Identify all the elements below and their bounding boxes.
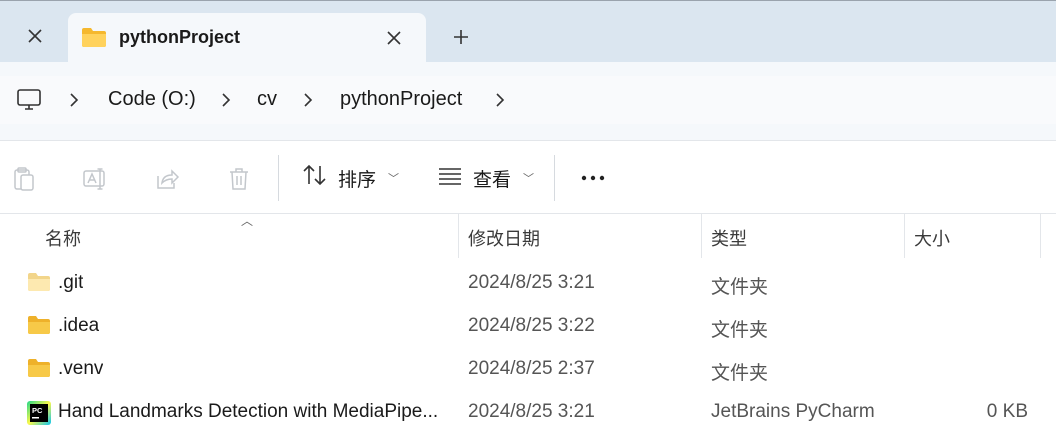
file-date: 2024/8/25 3:21 (468, 272, 595, 293)
share-icon[interactable] (153, 165, 181, 193)
column-header-type[interactable]: 类型 (711, 225, 747, 251)
breadcrumb-drive[interactable]: Code (O:) (108, 88, 196, 111)
file-name: .git (58, 272, 84, 293)
column-divider[interactable] (904, 214, 905, 258)
view-list-icon (437, 164, 463, 192)
sort-ascending-icon: ︿ (241, 214, 254, 228)
delete-icon[interactable] (225, 165, 253, 193)
breadcrumb-cv[interactable]: cv (257, 88, 277, 111)
chevron-down-icon: ﹀ (388, 173, 400, 185)
column-header-size[interactable]: 大小 (914, 225, 950, 251)
file-type: JetBrains PyCharm (711, 401, 875, 422)
folder-icon (81, 26, 107, 53)
column-divider[interactable] (458, 214, 459, 258)
sort-label: 排序 (338, 169, 377, 191)
svg-text:PC: PC (32, 406, 43, 415)
more-options-icon[interactable] (578, 163, 608, 193)
chevron-right-icon[interactable] (220, 92, 232, 113)
paste-icon[interactable] (10, 165, 38, 193)
file-size: 0 KB (986, 401, 1028, 422)
command-bar: 排序 ﹀ 查看 ﹀ (0, 140, 1056, 214)
address-bar: Code (O:) cv pythonProject (0, 62, 1056, 140)
this-pc-icon[interactable] (16, 87, 42, 118)
sort-button[interactable]: 排序 ﹀ (302, 161, 399, 195)
folder-icon (27, 315, 51, 340)
tab-title: pythonProject (119, 27, 241, 47)
pycharm-file-icon: PC (27, 401, 51, 430)
file-date: 2024/8/25 3:21 (468, 401, 595, 422)
close-window-tab-icon[interactable] (14, 15, 56, 57)
breadcrumb[interactable]: Code (O:) cv pythonProject (0, 76, 1056, 124)
file-name: .venv (58, 358, 104, 379)
chevron-down-icon: ﹀ (523, 173, 535, 185)
toolbar-divider (554, 155, 555, 201)
file-name: .idea (58, 315, 100, 336)
breadcrumb-pythonproject[interactable]: pythonProject (340, 88, 462, 111)
file-date: 2024/8/25 3:22 (468, 315, 595, 336)
tab-strip: pythonProject (0, 0, 1056, 63)
chevron-right-icon[interactable] (494, 92, 506, 113)
file-type: 文件夹 (711, 277, 769, 298)
view-button[interactable]: 查看 ﹀ (437, 161, 534, 195)
tab-pythonproject[interactable]: pythonProject (68, 13, 426, 63)
toolbar-divider (278, 155, 279, 201)
chevron-right-icon[interactable] (68, 92, 80, 113)
list-item[interactable]: .venv 2024/8/25 2:37 文件夹 (0, 348, 1056, 391)
column-header-name[interactable]: 名称 (45, 225, 81, 251)
file-date: 2024/8/25 2:37 (468, 358, 595, 379)
list-item[interactable]: PC Hand Landmarks Detection with MediaPi… (0, 391, 1056, 434)
chevron-right-icon[interactable] (302, 92, 314, 113)
column-header-date[interactable]: 修改日期 (468, 225, 540, 251)
folder-icon (27, 358, 51, 383)
column-divider[interactable] (1040, 214, 1041, 258)
file-name: Hand Landmarks Detection with MediaPipe.… (58, 401, 439, 422)
close-tab-icon[interactable] (374, 21, 414, 55)
column-divider[interactable] (701, 214, 702, 258)
file-type: 文件夹 (711, 363, 769, 384)
file-type: 文件夹 (711, 320, 769, 341)
list-item[interactable]: .git 2024/8/25 3:21 文件夹 (0, 262, 1056, 305)
column-headers: ︿ 名称 修改日期 类型 大小 (0, 214, 1056, 258)
rename-icon[interactable] (81, 165, 109, 193)
sort-icon (302, 163, 328, 193)
folder-icon (27, 272, 51, 297)
list-item[interactable]: .idea 2024/8/25 3:22 文件夹 (0, 305, 1056, 348)
view-label: 查看 (473, 169, 512, 191)
new-tab-icon[interactable] (440, 17, 482, 57)
